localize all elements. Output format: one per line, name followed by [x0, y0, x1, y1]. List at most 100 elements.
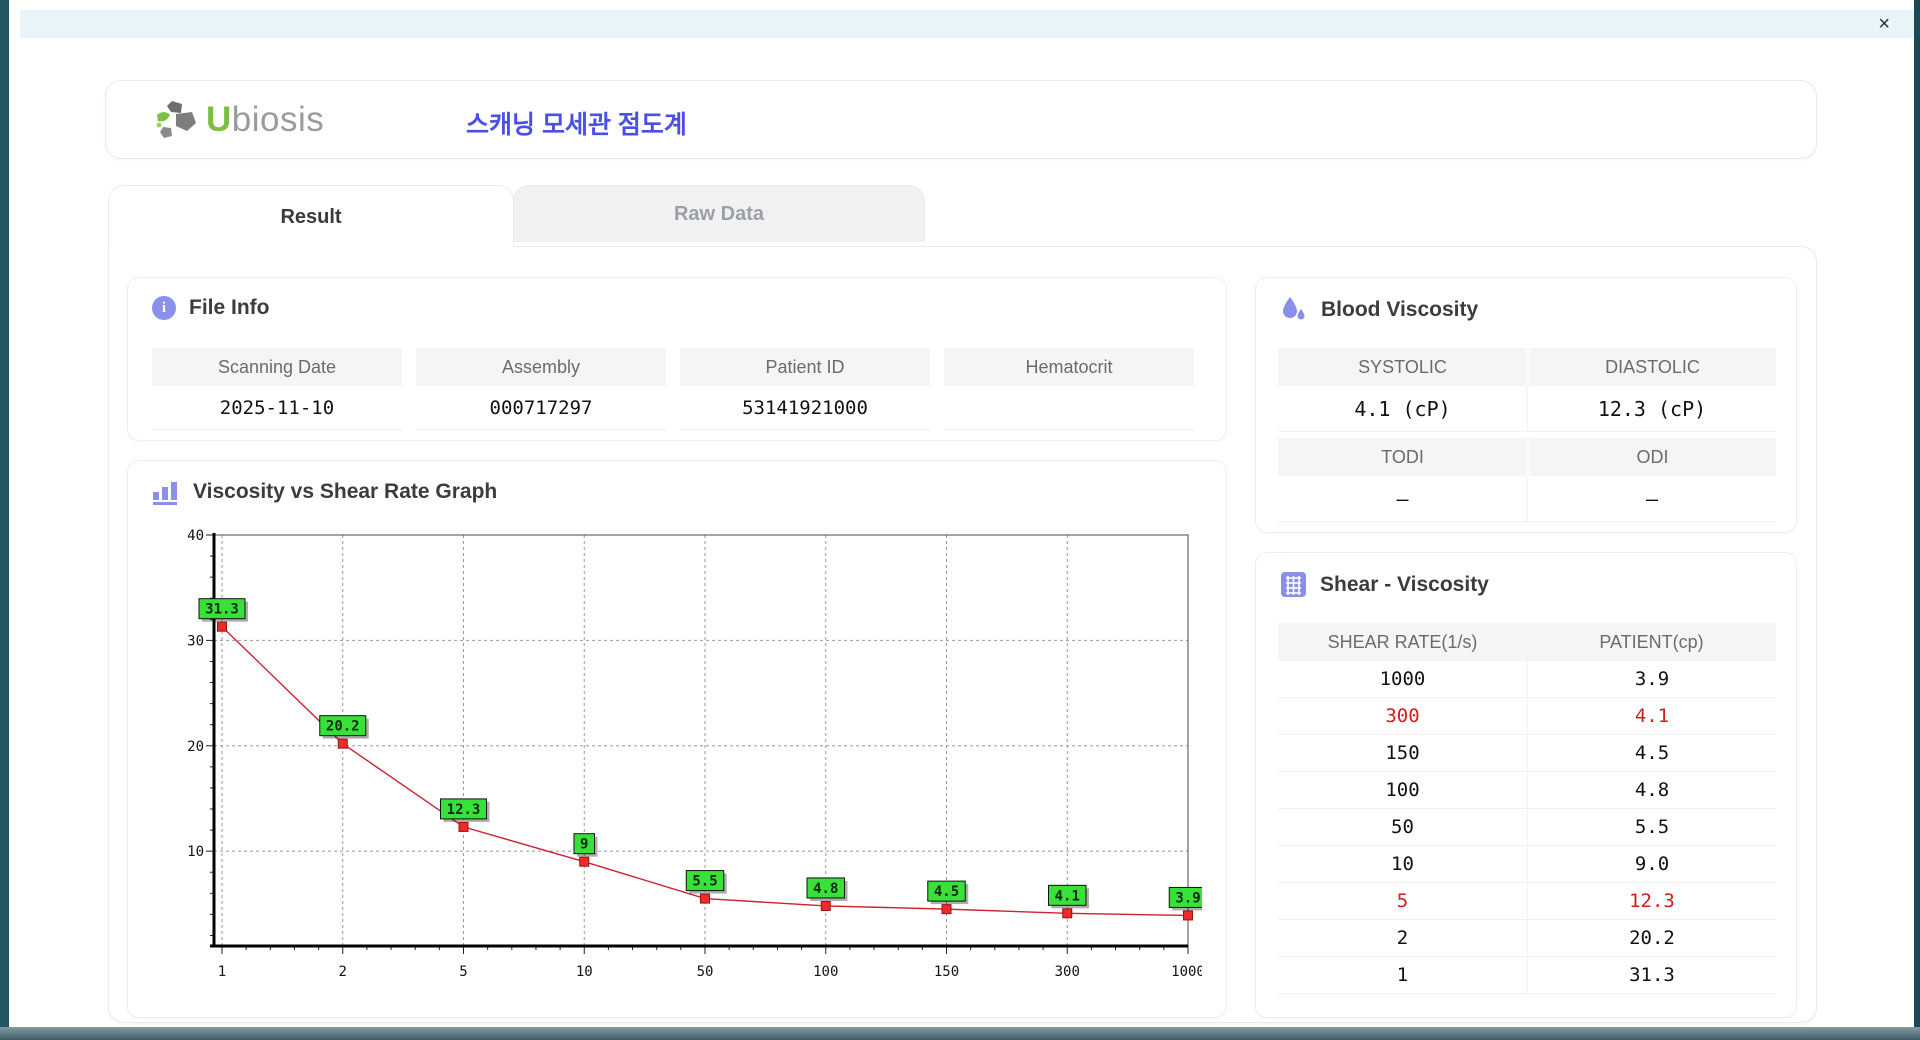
svg-text:5.5: 5.5 — [692, 874, 717, 890]
sv-table-cell: 50 — [1391, 816, 1414, 838]
sv-table-row: 100 4.8 — [1278, 772, 1776, 809]
sv-table-cell: 300 — [1385, 705, 1420, 727]
sv-table-cell: 4.5 — [1527, 735, 1776, 771]
file-info-title: File Info — [189, 296, 270, 319]
bv-header-cell: TODI — [1278, 438, 1527, 476]
svg-text:150: 150 — [934, 964, 959, 980]
sv-table-row: 300 4.1 — [1278, 698, 1776, 735]
graph-title: Viscosity vs Shear Rate Graph — [193, 480, 498, 503]
titlebar: × — [20, 10, 1914, 38]
bv-header-cell: ODI — [1527, 438, 1776, 476]
bar-chart-icon — [153, 482, 177, 505]
file-field: Patient ID 53141921000 — [680, 348, 930, 430]
svg-text:10: 10 — [576, 964, 593, 980]
calculator-grid-icon — [1281, 572, 1306, 597]
svg-text:20: 20 — [187, 739, 204, 755]
file-field: Assembly 000717297 — [416, 348, 666, 430]
systolic-diastolic-table: SYSTOLIC DIASTOLIC 4.1 (cP) 12.3 (cP) — [1278, 348, 1776, 432]
file-field-value: 2025-11-10 — [152, 386, 402, 430]
sv-table-cell: 12.3 — [1527, 883, 1776, 919]
sv-table-cell: 100 — [1385, 779, 1420, 801]
sv-table-cell: 31.3 — [1527, 957, 1776, 993]
sv-table-row: 2 20.2 — [1278, 920, 1776, 957]
sv-table-cell: 4.1 — [1527, 698, 1776, 734]
sv-table-cell: 4.8 — [1527, 772, 1776, 808]
bv-value-row: 4.1 (cP) 12.3 (cP) — [1278, 386, 1776, 432]
graph-card: Viscosity vs Shear Rate Graph 10 20 30 40 1 2… — [127, 460, 1227, 1018]
sv-table-row: 10 9.0 — [1278, 846, 1776, 883]
sv-table-cell: 1000 — [1379, 668, 1426, 690]
sv-table-row: 50 5.5 — [1278, 809, 1776, 846]
window-bottom-edge — [0, 1027, 1920, 1040]
bv-value-cell: 12.3 (cP) — [1527, 386, 1776, 432]
sv-table-cell: 3.9 — [1527, 661, 1776, 697]
bv-header-cell: SYSTOLIC — [1278, 348, 1527, 386]
sv-column-header: SHEAR RATE(1/s) — [1327, 631, 1478, 652]
sv-table-cell: 20.2 — [1527, 920, 1776, 956]
file-field-value: 000717297 — [416, 386, 666, 430]
file-field: Hematocrit — [944, 348, 1194, 430]
blood-viscosity-card: Blood Viscosity SYSTOLIC DIASTOLIC 4.1 (cP… — [1255, 277, 1797, 533]
close-icon[interactable]: × — [1872, 12, 1896, 36]
page-title: 스캐닝 모세관 점도계 — [466, 111, 687, 139]
file-info-card: i File Info Scanning Date 2025-11-10 Assem… — [127, 277, 1227, 441]
file-field-label: Assembly — [416, 348, 666, 386]
bv-header-cell: DIASTOLIC — [1527, 348, 1776, 386]
shear-viscosity-table-header: SHEAR RATE(1/s) PATIENT(cp) — [1278, 623, 1776, 661]
file-field-value: 53141921000 — [680, 386, 930, 430]
ubiosis-leaf-icon — [156, 101, 196, 138]
svg-text:31.3: 31.3 — [205, 602, 239, 618]
logo: Ubiosis — [154, 99, 324, 141]
info-icon: i — [152, 296, 176, 320]
sv-table-cell: 9.0 — [1527, 846, 1776, 882]
file-field-label: Hematocrit — [944, 348, 1194, 386]
bv-value-cell: – — [1527, 476, 1776, 522]
sv-table-row: 5 12.3 — [1278, 883, 1776, 920]
logo-text: Ubiosis — [206, 100, 325, 139]
shear-viscosity-title: Shear - Viscosity — [1320, 572, 1489, 596]
window-right-edge — [1914, 0, 1920, 1040]
svg-text:50: 50 — [697, 964, 714, 980]
sv-table-row: 150 4.5 — [1278, 735, 1776, 772]
file-field-label: Patient ID — [680, 348, 930, 386]
file-info-fields: Scanning Date 2025-11-10 Assembly 000717297… — [152, 348, 1194, 430]
bv-value-row: – – — [1278, 476, 1776, 522]
sv-table-cell: 10 — [1391, 853, 1414, 875]
svg-text:9: 9 — [580, 837, 588, 853]
tab-result[interactable]: Result — [108, 185, 514, 248]
file-field-label: Scanning Date — [152, 348, 402, 386]
bv-value-cell: – — [1278, 476, 1527, 522]
svg-text:4.1: 4.1 — [1055, 888, 1080, 904]
svg-text:3.9: 3.9 — [1175, 890, 1200, 906]
sv-table-row: 1 31.3 — [1278, 957, 1776, 994]
window-left-edge — [0, 0, 9, 1040]
blood-viscosity-title: Blood Viscosity — [1321, 298, 1479, 321]
bv-value-cell: 4.1 (cP) — [1278, 386, 1527, 432]
main-panel: i File Info Scanning Date 2025-11-10 Assem… — [108, 246, 1817, 1023]
sv-table-row: 1000 3.9 — [1278, 661, 1776, 698]
svg-text:10: 10 — [187, 844, 204, 860]
svg-text:40: 40 — [187, 528, 204, 544]
svg-text:4.5: 4.5 — [934, 884, 959, 900]
shear-viscosity-table: SHEAR RATE(1/s) PATIENT(cp) 1000 3.9 300 4.1… — [1278, 623, 1776, 994]
svg-text:20.2: 20.2 — [326, 719, 360, 735]
sv-table-cell: 150 — [1385, 742, 1420, 764]
sv-table-cell: 2 — [1396, 927, 1409, 949]
shear-viscosity-table-body: 1000 3.9 300 4.1 150 4.5 100 4.8 50 5.5 10 9.0 5 12.3… — [1278, 661, 1776, 994]
sv-column-header: PATIENT(cp) — [1599, 631, 1704, 652]
sv-table-cell: 5 — [1396, 890, 1409, 912]
svg-text:100: 100 — [813, 964, 838, 980]
sv-table-cell: 5.5 — [1527, 809, 1776, 845]
blood-drops-icon — [1283, 297, 1305, 320]
viscosity-shear-rate-chart: 10 20 30 40 1 2 5 10 50 100 150 300 1000 31.3 20.2 12.3… — [187, 528, 1202, 980]
svg-text:12.3: 12.3 — [447, 802, 481, 818]
svg-text:30: 30 — [187, 633, 204, 649]
file-field-value — [944, 386, 1194, 430]
bv-header-row: SYSTOLIC DIASTOLIC — [1278, 348, 1776, 386]
file-field: Scanning Date 2025-11-10 — [152, 348, 402, 430]
shear-viscosity-card: Shear - Viscosity SHEAR RATE(1/s) PATIENT… — [1255, 552, 1797, 1018]
svg-text:4.8: 4.8 — [813, 881, 838, 897]
svg-text:2: 2 — [339, 964, 347, 980]
sv-table-cell: 1 — [1396, 964, 1409, 986]
tab-raw-data[interactable]: Raw Data — [513, 185, 925, 242]
